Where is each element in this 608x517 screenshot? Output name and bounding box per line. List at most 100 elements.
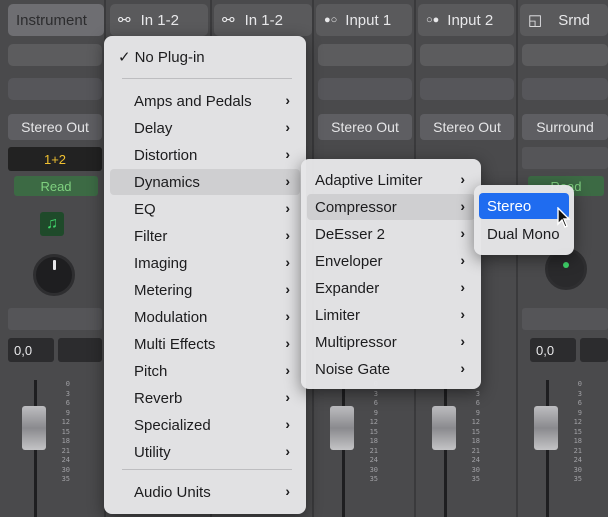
- plugin-slot[interactable]: [420, 44, 514, 66]
- menu-item-label: Dual Mono: [487, 225, 560, 243]
- header-instrument[interactable]: Instrument: [8, 4, 104, 36]
- menu-item-pitch[interactable]: Pitch ›: [110, 358, 300, 384]
- send-slot[interactable]: [318, 78, 412, 100]
- scale-tick: 24: [61, 456, 70, 464]
- menu-item-enveloper[interactable]: Enveloper ›: [307, 248, 475, 274]
- menu-item-utility[interactable]: Utility ›: [110, 439, 300, 465]
- scale-tick: 18: [369, 437, 378, 445]
- scale-tick: 6: [577, 399, 582, 407]
- menu-item-label: Pitch: [134, 362, 168, 380]
- send-slot[interactable]: [420, 78, 514, 100]
- send-slot[interactable]: [8, 78, 102, 100]
- menu-item-label: EQ: [134, 200, 156, 218]
- fader-thumb[interactable]: [534, 406, 558, 450]
- chevron-right-icon: ›: [285, 443, 290, 459]
- menu-item-distortion[interactable]: Distortion ›: [110, 142, 300, 168]
- menu-item-adaptive-limiter[interactable]: Adaptive Limiter ›: [307, 167, 475, 193]
- header-input-2[interactable]: ○● Input 2: [418, 4, 514, 36]
- fader-thumb[interactable]: [432, 406, 456, 450]
- menu-item-imaging[interactable]: Imaging ›: [110, 250, 300, 276]
- menu-item-deesser-2[interactable]: DeEsser 2 ›: [307, 221, 475, 247]
- menu-item-label: Compressor: [315, 198, 397, 216]
- fader-thumb[interactable]: [330, 406, 354, 450]
- input-icon: ○●: [426, 14, 440, 26]
- scale-tick: 18: [471, 437, 480, 445]
- chevron-right-icon: ›: [460, 360, 465, 376]
- menu-item-label: Filter: [134, 227, 168, 245]
- header-in-1-2-b[interactable]: ⚯ In 1-2: [214, 4, 312, 36]
- menu-item-delay[interactable]: Delay ›: [110, 115, 300, 141]
- fader-thumb[interactable]: [22, 406, 46, 450]
- menu-item-multi-effects[interactable]: Multi Effects ›: [110, 331, 300, 357]
- output-button[interactable]: Stereo Out: [318, 114, 412, 140]
- menu-item-label: Imaging: [134, 254, 188, 272]
- scale-tick: 35: [573, 475, 582, 483]
- menu-item-multipressor[interactable]: Multipressor ›: [307, 329, 475, 355]
- group-slot[interactable]: 1+2: [8, 147, 102, 171]
- link-icon: ⚯: [222, 12, 235, 29]
- menu-item-limiter[interactable]: Limiter ›: [307, 302, 475, 328]
- scale-tick: 3: [577, 389, 582, 398]
- surround-icon: ◱: [528, 12, 543, 29]
- menu-item-compressor[interactable]: Compressor ›: [307, 194, 475, 220]
- scale-tick: 15: [61, 427, 70, 436]
- header-surround[interactable]: ◱ Srnd: [520, 4, 608, 36]
- plugin-slot[interactable]: [318, 44, 412, 66]
- fader-1[interactable]: 0 3 6 9 12 15 18 21 24 30 35: [14, 380, 84, 517]
- menu-item-filter[interactable]: Filter ›: [110, 223, 300, 249]
- menu-item-audio-units[interactable]: Audio Units ›: [110, 479, 300, 505]
- chevron-right-icon: ›: [460, 171, 465, 187]
- menu-item-label: Dynamics: [134, 173, 200, 191]
- chevron-right-icon: ›: [285, 308, 290, 324]
- send-slot[interactable]: [522, 78, 608, 100]
- fader-6[interactable]: 0 3 6 9 12 15 18 21 24 30 35: [526, 380, 596, 517]
- menu-item-label: Multipressor: [315, 333, 397, 351]
- header-input-1[interactable]: ●○ Input 1: [316, 4, 412, 36]
- chevron-right-icon: ›: [285, 281, 290, 297]
- scale-tick: 12: [471, 418, 480, 426]
- menu-item-expander[interactable]: Expander ›: [307, 275, 475, 301]
- music-note-icon: ♫: [46, 215, 58, 232]
- header-in-1-2-a[interactable]: ⚯ In 1-2: [110, 4, 208, 36]
- plugin-slot[interactable]: [8, 44, 102, 66]
- pan-knob[interactable]: [33, 254, 75, 296]
- instrument-plugin-icon[interactable]: ♫: [40, 212, 64, 236]
- menu-item-metering[interactable]: Metering ›: [110, 277, 300, 303]
- menu-item-label: Modulation: [134, 308, 208, 326]
- scale-tick: 6: [373, 399, 378, 407]
- menu-item-modulation[interactable]: Modulation ›: [110, 304, 300, 330]
- menu-item-dynamics[interactable]: Dynamics ›: [110, 169, 300, 195]
- scale-tick: 35: [369, 475, 378, 483]
- menu-item-specialized[interactable]: Specialized ›: [110, 412, 300, 438]
- chevron-right-icon: ›: [285, 254, 290, 270]
- header-label: Input 1: [345, 11, 392, 29]
- automation-mode-button[interactable]: Read: [14, 176, 98, 196]
- chevron-right-icon: ›: [285, 173, 290, 189]
- menu-item-noise-gate[interactable]: Noise Gate ›: [307, 356, 475, 382]
- menu-item-reverb[interactable]: Reverb ›: [110, 385, 300, 411]
- menu-item-amps-and-pedals[interactable]: Amps and Pedals ›: [110, 88, 300, 114]
- fader-3[interactable]: 036912151821243035: [322, 380, 392, 517]
- plugin-slot[interactable]: [522, 44, 608, 66]
- output-button[interactable]: Stereo Out: [8, 114, 102, 140]
- menu-item-label: Enveloper: [315, 252, 383, 270]
- menu-item-eq[interactable]: EQ ›: [110, 196, 300, 222]
- scale-tick: 18: [573, 437, 582, 445]
- menu-item-no-plugin[interactable]: ✓ No Plug-in: [110, 44, 300, 70]
- header-label: Srnd: [558, 11, 590, 29]
- fader-4[interactable]: 036912151821243035: [424, 380, 494, 517]
- output-button[interactable]: Stereo Out: [420, 114, 514, 140]
- menu-separator: [122, 78, 292, 79]
- peak-readout: [58, 338, 102, 362]
- track-name-field: [522, 308, 608, 330]
- scale-tick: 9: [475, 408, 480, 417]
- output-button[interactable]: Surround: [522, 114, 608, 140]
- menu-item-label: Distortion: [134, 146, 198, 164]
- group-slot[interactable]: [522, 147, 608, 169]
- scale-tick: 30: [471, 465, 480, 474]
- menu-item-label: Amps and Pedals: [134, 92, 252, 110]
- scale-tick: 30: [573, 465, 582, 474]
- chevron-right-icon: ›: [460, 252, 465, 268]
- menu-separator: [122, 469, 292, 470]
- chevron-right-icon: ›: [285, 92, 290, 108]
